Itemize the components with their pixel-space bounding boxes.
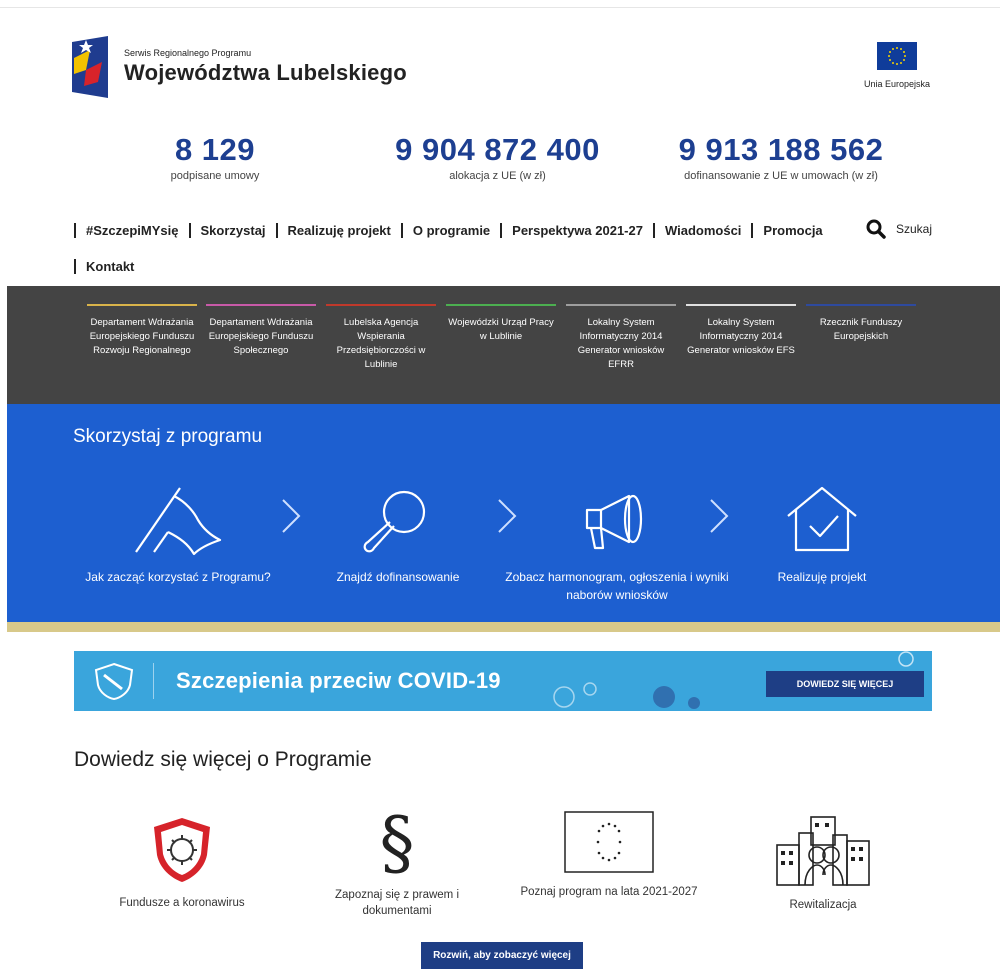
nav-divider [751,222,754,238]
card-rewitalizacja[interactable]: Rewitalizacja [748,815,898,913]
flag-icon [135,487,222,556]
search-label: Szukaj [895,222,932,236]
step-label: Jak zacząć korzystać z Programu? [85,570,271,584]
step-zobacz-harmonogram[interactable]: Zobacz harmonogram, ogłoszenia i wyniki … [504,486,730,604]
institution-label: Departament Wdrażania Europejskiego Fund… [89,317,195,356]
institution-label: Lokalny System Informatyczny 2014 Genera… [577,317,665,370]
covid-banner[interactable]: Szczepienia przeciw COVID-19 DOWIEDZ SIĘ… [74,651,932,711]
nav-item-realizuje-projekt[interactable]: Realizuję projekt [288,223,391,238]
stat-value: 9 904 872 400 [395,132,600,167]
covid-more-button[interactable]: DOWIEDZ SIĘ WIĘCEJ [766,671,924,697]
step-realizuje-projekt[interactable]: Realizuję projekt [747,484,897,586]
institution-color-bar [446,304,556,306]
chevron-right-icon [710,499,729,533]
institution-link[interactable]: Wojewódzki Urząd Pracy w Lublinie [446,304,556,344]
card-label: Zapoznaj się z prawem i dokumentami [335,889,459,917]
step-jak-zaczac[interactable]: Jak zacząć korzystać z Programu? [73,482,283,586]
house-check-icon [787,486,857,552]
search-icon [866,219,886,239]
logo-title: Województwa Lubelskiego [124,60,407,85]
nav-divider [74,222,76,238]
institution-color-bar [686,304,796,306]
nav-item-promocja[interactable]: Promocja [763,223,822,238]
paragraph-icon: § [380,805,415,877]
nav-item-skorzystaj[interactable]: Skorzystaj [201,223,266,238]
search-button[interactable]: Szukaj [866,219,932,239]
card-label: Fundusze a koronawirus [119,897,245,909]
stat-value: 8 129 [174,132,256,167]
top-border [0,0,1000,8]
megaphone-icon [585,494,643,550]
city-people-icon [776,816,870,886]
svg-text:§: § [380,805,415,877]
institution-color-bar [326,304,436,306]
step-label: Znajdź dofinansowanie [336,570,460,584]
nav-divider [275,222,278,238]
site-logo[interactable]: Serwis Regionalnego Programu Województwa… [72,36,407,98]
logo-mark-icon [72,36,108,98]
institution-color-bar [87,304,197,306]
section-title: Dowiedz się więcej o Programie [74,748,372,771]
eu-flag-icon [564,811,654,873]
institution-color-bar [566,304,676,306]
section-title: Skorzystaj z programu [73,426,263,447]
institution-label: Rzecznik Funduszy Europejskich [819,317,903,342]
step-label: Zobacz harmonogram, ogłoszenia i wyniki … [505,570,729,602]
nav-divider [652,222,655,238]
nav-divider [188,222,191,238]
main-nav: #SzczepiMYsię Skorzystaj Realizuję proje… [72,219,942,277]
stat-contracts: 8 129 podpisane umowy [140,132,290,182]
stat-label: dofinansowanie z UE w umowach (w zł) [684,170,878,182]
nav-item-o-programie[interactable]: O programie [413,223,490,238]
nav-divider [400,222,403,238]
institution-label: Lokalny System Informatyczny 2014 Genera… [687,317,795,356]
section-divider [7,622,1000,632]
expand-more-button[interactable]: Rozwiń, aby zobaczyć więcej [421,942,583,969]
nav-item-perspektywa[interactable]: Perspektywa 2021-27 [512,223,643,238]
institution-color-bar [206,304,316,306]
eu-label: Unia Europejska [863,79,931,89]
institution-link[interactable]: Rzecznik Funduszy Europejskich [806,304,916,344]
virus-shield-icon [154,818,210,882]
card-prawo-dokumenty[interactable]: § Zapoznaj się z prawem i dokumentami [322,805,472,919]
card-program-2021-2027[interactable]: Poznaj program na lata 2021-2027 [514,810,704,900]
vaccine-shield-icon [94,662,134,701]
stat-label: alokacja z UE (w zł) [449,170,546,182]
virus-pattern-icon [898,651,914,667]
eu-logo[interactable]: Unia Europejska [862,42,932,92]
step-label: Realizuję projekt [777,570,867,584]
eu-flag-icon [877,42,917,70]
nav-item-kontakt[interactable]: Kontakt [86,259,134,274]
institution-label: Lubelska Agencja Wspierania Przedsiębior… [336,317,426,370]
institution-link[interactable]: Lokalny System Informatyczny 2014 Genera… [566,304,676,372]
virus-pattern-icon [553,682,700,709]
institutions-bar: Departament Wdrażania Europejskiego Fund… [7,286,1000,404]
institution-link[interactable]: Departament Wdrażania Europejskiego Fund… [206,304,316,358]
institution-link[interactable]: Lubelska Agencja Wspierania Przedsiębior… [326,304,436,372]
banner-divider [153,663,154,699]
card-label: Rewitalizacja [789,899,857,911]
stat-label: podpisane umowy [170,170,260,182]
stat-funding: 9 913 188 562 dofinansowanie z UE w umow… [662,132,900,182]
institution-color-bar [806,304,916,306]
covid-title: Szczepienia przeciw COVID-19 [176,668,501,693]
nav-divider [74,258,76,274]
chevron-right-icon [282,499,301,533]
institution-link[interactable]: Lokalny System Informatyczny 2014 Genera… [686,304,796,358]
nav-item-szczepimysie[interactable]: #SzczepiMYsię [86,223,179,238]
logo-subtitle: Serwis Regionalnego Programu [124,48,252,58]
institution-label: Wojewódzki Urząd Pracy w Lublinie [448,317,554,342]
nav-divider [500,222,503,238]
institution-link[interactable]: Departament Wdrażania Europejskiego Fund… [87,304,197,358]
institution-label: Departament Wdrażania Europejskiego Fund… [208,317,314,356]
card-label: Poznaj program na lata 2021-2027 [520,886,698,898]
nav-item-wiadomosci[interactable]: Wiadomości [665,223,741,238]
stat-value: 9 913 188 562 [678,132,884,167]
card-fundusze-koronawirus[interactable]: Fundusze a koronawirus [92,815,272,911]
magnifier-icon [363,490,426,553]
stat-allocation: 9 904 872 400 alokacja z UE (w zł) [385,132,610,182]
step-znajdz-dofinansowanie[interactable]: Znajdź dofinansowanie [313,486,483,586]
skorzystaj-section: Skorzystaj z programu Jak zacząć korzyst… [7,404,1000,622]
